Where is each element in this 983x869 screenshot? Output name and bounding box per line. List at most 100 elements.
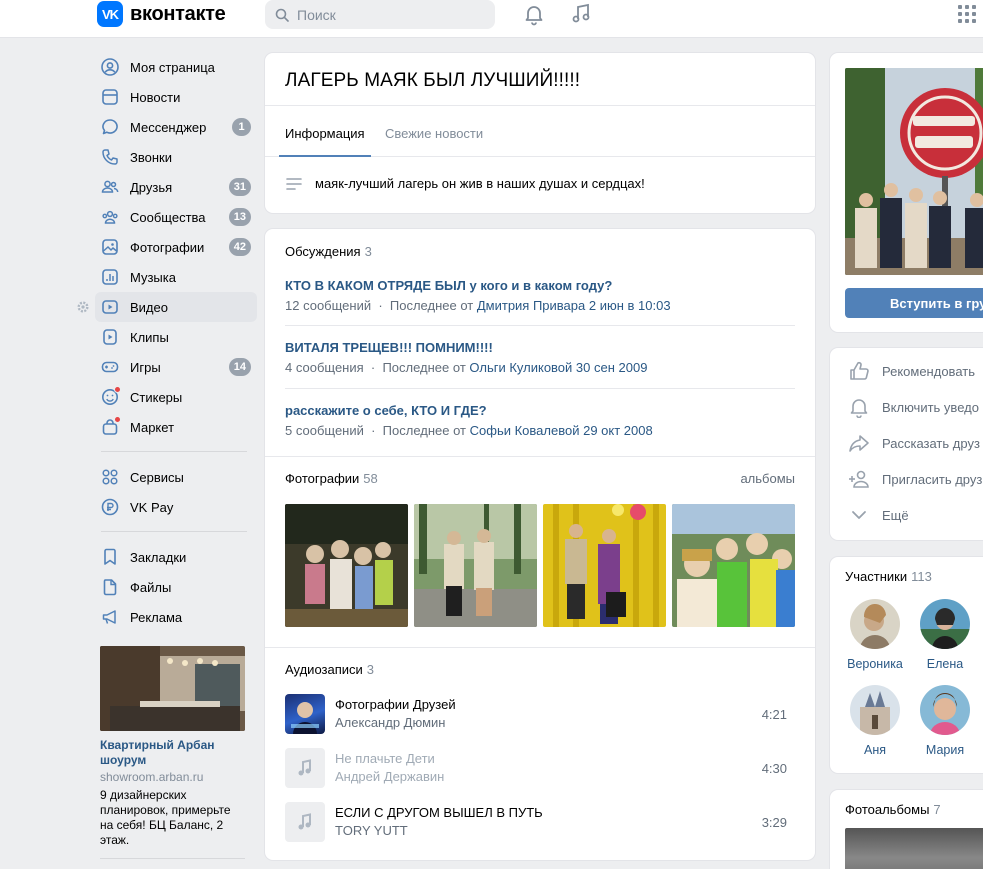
member-name[interactable]: Елена <box>910 657 980 671</box>
tab-info[interactable]: Информация <box>285 126 365 141</box>
phone-icon <box>102 149 118 165</box>
topic-last-author[interactable]: Дмитрия Привара <box>477 298 585 313</box>
discussion-topic[interactable]: КТО В КАКОМ ОТРЯДЕ БЫЛ у кого и в каком … <box>285 278 795 313</box>
add-user-icon <box>849 470 869 488</box>
bell-icon[interactable] <box>522 2 546 26</box>
photos-icon <box>102 239 118 255</box>
vk-logo-text: вконтакте <box>130 2 226 25</box>
join-group-button[interactable]: Вступить в груп <box>845 288 983 318</box>
topic-divider <box>285 325 795 326</box>
avatar[interactable] <box>920 685 970 735</box>
topic-title[interactable]: расскажите о себе, КТО И ГДЕ? <box>285 403 795 418</box>
audio-track[interactable]: Не плачьте Дети Андрей Державин 4:30 <box>285 748 795 788</box>
nav-item-photos[interactable]: Фотографии 42 <box>95 232 257 262</box>
ad-image[interactable] <box>100 646 245 731</box>
nav-item-files[interactable]: Файлы <box>95 572 257 602</box>
invite-friends-action[interactable]: Пригласить друз <box>848 468 982 490</box>
sidebar-ad[interactable]: Квартирный Арбан шоурум showroom.arban.r… <box>100 646 245 848</box>
vk-logo[interactable]: VK вконтакте <box>97 1 226 27</box>
track-cover[interactable] <box>285 748 325 788</box>
avatar-image <box>850 685 900 735</box>
tab-news[interactable]: Свежие новости <box>385 126 483 141</box>
music-note-icon <box>298 759 311 776</box>
nav-item-games[interactable]: Игры 14 <box>95 352 257 382</box>
nav-item-messenger[interactable]: Мессенджер 1 <box>95 112 257 142</box>
group-actions-card: Рекомендовать Включить уведо Рассказать … <box>830 348 983 540</box>
games-badge: 14 <box>228 358 251 376</box>
group-header-card: ЛАГЕРЬ МАЯК БЫЛ ЛУЧШИЙ!!!!! Информация С… <box>265 53 815 213</box>
nav-item-label: Маркет <box>130 419 175 435</box>
notifications-action[interactable]: Включить уведо <box>848 396 979 418</box>
track-artist[interactable]: TORY YUTT <box>335 823 408 838</box>
audio-track[interactable]: Фотографии Друзей Александр Дюмин 4:21 <box>285 694 795 734</box>
topic-last-date[interactable]: 30 сен 2009 <box>576 360 648 375</box>
nav-item-my-page[interactable]: Моя страница <box>95 52 257 82</box>
photo-albums-card: Фотоальбомы 7 <box>830 790 983 869</box>
member-item[interactable]: Мария <box>910 685 980 757</box>
nav-item-calls[interactable]: Звонки <box>95 142 257 172</box>
friends-badge: 31 <box>228 178 251 196</box>
nav-item-video[interactable]: Видео <box>95 292 257 322</box>
photos-count: 58 <box>363 471 378 486</box>
nav-item-clips[interactable]: Клипы <box>95 322 257 352</box>
photos-heading[interactable]: Фотографии 58 <box>285 471 378 486</box>
nav-item-friends[interactable]: Друзья 31 <box>95 172 257 202</box>
member-item[interactable]: Вероника <box>840 599 910 671</box>
ad-title[interactable]: Квартирный Арбан шоурум <box>100 738 245 768</box>
albums-heading[interactable]: Фотоальбомы 7 <box>845 802 941 817</box>
topic-last-author[interactable]: Ольги Куликовой <box>469 360 572 375</box>
photo-thumbnail[interactable] <box>672 504 795 627</box>
audio-heading[interactable]: Аудиозаписи 3 <box>285 662 374 677</box>
discussion-topic[interactable]: ВИТАЛЯ ТРЕЩЕВ!!! ПОМНИМ!!!! 4 сообщения … <box>285 340 795 375</box>
track-artist[interactable]: Александр Дюмин <box>335 715 445 730</box>
albums-link[interactable]: альбомы <box>740 471 795 486</box>
avatar-image <box>920 599 970 649</box>
audio-track[interactable]: ЕСЛИ С ДРУГОМ ВЫШЕЛ В ПУТЬ TORY YUTT 3:2… <box>285 802 795 842</box>
album-thumbnail[interactable] <box>845 828 983 869</box>
topic-title[interactable]: ВИТАЛЯ ТРЕЩЕВ!!! ПОМНИМ!!!! <box>285 340 795 355</box>
nav-item-vkpay[interactable]: VK Pay <box>95 492 257 522</box>
member-item[interactable]: Аня <box>840 685 910 757</box>
share-action[interactable]: Рассказать друз <box>848 432 980 454</box>
discussion-topic[interactable]: расскажите о себе, КТО И ГДЕ? 5 сообщени… <box>285 403 795 438</box>
topic-title[interactable]: КТО В КАКОМ ОТРЯДЕ БЫЛ у кого и в каком … <box>285 278 795 293</box>
track-cover[interactable] <box>285 802 325 842</box>
nav-item-communities[interactable]: Сообщества 13 <box>95 202 257 232</box>
members-count: 113 <box>911 569 932 584</box>
nav-item-market[interactable]: Маркет <box>95 412 257 442</box>
member-item[interactable]: Елена <box>910 599 980 671</box>
track-cover[interactable] <box>285 694 325 734</box>
track-artist[interactable]: Андрей Державин <box>335 769 444 784</box>
bookmark-icon <box>104 548 116 565</box>
member-name[interactable]: Мария <box>910 743 980 757</box>
member-name[interactable]: Вероника <box>840 657 910 671</box>
nav-item-bookmarks[interactable]: Закладки <box>95 542 257 572</box>
avatar[interactable] <box>850 685 900 735</box>
music-note-icon[interactable] <box>569 2 593 26</box>
photo-thumbnail[interactable] <box>414 504 537 627</box>
members-heading[interactable]: Участники 113 <box>845 569 932 584</box>
more-action[interactable]: Ещё <box>848 504 909 526</box>
photo-thumbnail[interactable] <box>543 504 666 627</box>
nav-item-services[interactable]: Сервисы <box>95 462 257 492</box>
photo-thumbnail[interactable] <box>285 504 408 627</box>
nav-item-music[interactable]: Музыка <box>95 262 257 292</box>
nav-item-news[interactable]: Новости <box>95 82 257 112</box>
avatar[interactable] <box>850 599 900 649</box>
search-input[interactable]: Поиск <box>265 0 495 29</box>
nav-item-stickers[interactable]: Стикеры <box>95 382 257 412</box>
avatar[interactable] <box>920 599 970 649</box>
nav-item-ads[interactable]: Реклама <box>95 602 257 632</box>
topic-last-date[interactable]: 2 июн в 10:03 <box>589 298 671 313</box>
topic-last-date[interactable]: 29 окт 2008 <box>583 423 653 438</box>
member-name[interactable]: Аня <box>840 743 910 757</box>
apps-grid-icon[interactable] <box>957 4 977 24</box>
group-cover-photo[interactable] <box>845 68 983 275</box>
discussions-heading[interactable]: Обсуждения 3 <box>285 244 372 259</box>
topic-last-author[interactable]: Софьи Ковалевой <box>470 423 580 438</box>
gear-icon[interactable] <box>76 300 90 314</box>
recommend-action[interactable]: Рекомендовать <box>848 360 975 382</box>
action-label: Ещё <box>882 507 909 523</box>
ad-image-kitchen <box>100 646 245 731</box>
discussions-count: 3 <box>364 244 372 259</box>
